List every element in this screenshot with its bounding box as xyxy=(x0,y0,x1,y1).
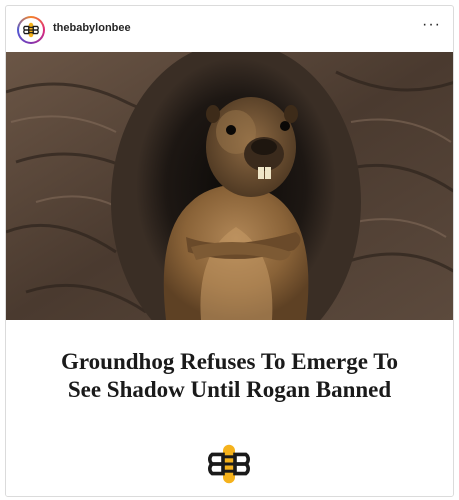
headline-line-1: Groundhog Refuses To Emerge To xyxy=(61,349,398,374)
headline-line-2: See Shadow Until Rogan Banned xyxy=(67,377,392,402)
post-card: thebabylonbee ··· Groundhog Refuses To E… xyxy=(5,5,454,497)
babylon-bee-logo-icon xyxy=(23,22,39,38)
babylon-bee-logo-icon xyxy=(208,444,250,484)
footer-logo xyxy=(205,440,253,493)
post-header: thebabylonbee ··· xyxy=(6,6,453,52)
post-graphic-caption: Groundhog Refuses To Emerge To See Shado… xyxy=(6,320,453,496)
more-options-icon[interactable]: ··· xyxy=(422,16,441,34)
headline: Groundhog Refuses To Emerge To See Shado… xyxy=(6,348,453,404)
groundhog-photo xyxy=(6,52,453,320)
post-image[interactable] xyxy=(6,52,453,320)
username-link[interactable]: thebabylonbee xyxy=(53,22,131,34)
avatar[interactable] xyxy=(17,16,45,44)
